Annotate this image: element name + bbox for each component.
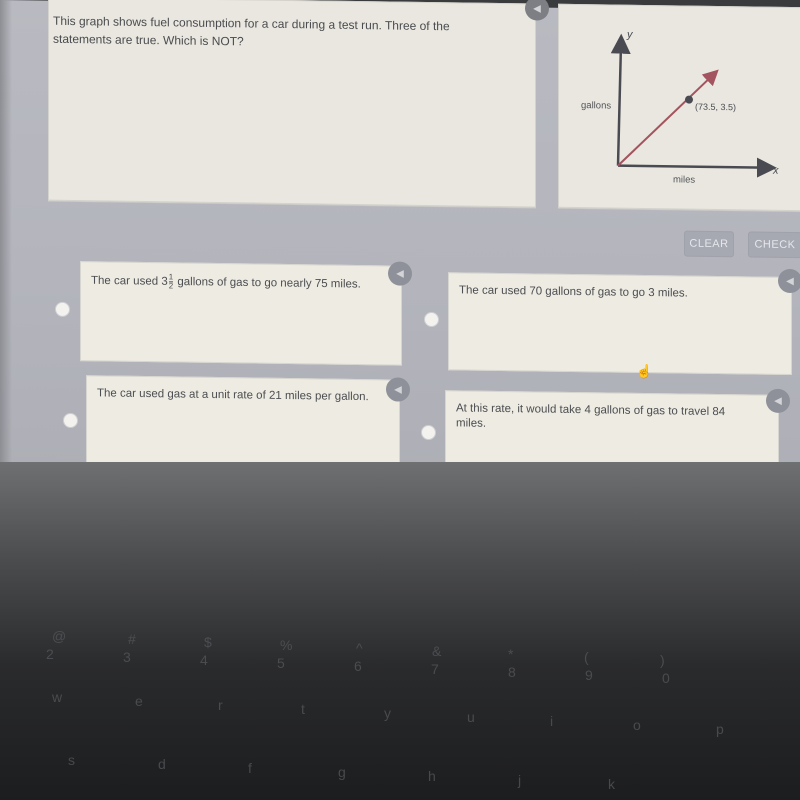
y-axis [610,33,631,166]
keyboard-key-symbol: * [508,646,514,662]
keyboard-key-number: 3 [123,649,131,665]
answer-1-whole: The car used 3 [91,274,168,288]
keyboard-key-letter: e [135,693,143,709]
speaker-icon: ◀ [396,268,404,280]
answer-radio-1[interactable] [55,301,70,317]
answer-4-speaker-button[interactable]: ◀ [766,388,790,414]
keyboard-key-symbol: ( [584,649,589,665]
screen: This graph shows fuel consumption for a … [0,0,800,493]
keyboard-key-number: 5 [277,655,285,671]
answer-3-speaker-button[interactable]: ◀ [386,377,410,402]
answer-1-rest: gallons of gas to go nearly 75 miles. [174,275,361,291]
keyboard-key-symbol: ) [660,652,665,668]
keyboard-key-letter: t [301,701,305,717]
keyboard-key-letter: y [384,705,391,721]
keyboard-key-letter: o [633,717,641,733]
fuel-graph: y x gallons miles (73.5, 3.5) [581,29,779,186]
keyboard-key-number: 2 [46,646,54,662]
question-speaker-button[interactable]: ◀ [525,0,549,21]
answer-text-1: The car used 312 gallons of gas to go ne… [91,272,381,293]
answer-option-1[interactable]: The car used 312 gallons of gas to go ne… [80,261,402,366]
answer-text-2: The car used 70 gallons of gas to go 3 m… [459,284,688,300]
hand-pointer-icon: ☝ [636,363,653,380]
keyboard-key-symbol: @ [52,628,67,644]
x-axis [618,157,777,178]
check-button[interactable]: CHECK [748,231,800,259]
question-text: This graph shows fuel consumption for a … [53,13,450,49]
question-card: This graph shows fuel consumption for a … [48,0,549,208]
keyboard-key-number: 9 [585,667,593,683]
keyboard-key-letter: f [248,760,252,776]
keyboard-key-symbol: # [128,631,136,647]
keyboard-key-letter: p [716,721,724,737]
answer-2-speaker-button[interactable]: ◀ [778,268,800,294]
keyboard-key-letter: s [68,752,75,768]
keyboard-key-letter: g [338,764,346,780]
data-point [685,95,693,104]
answer-text-3: The car used gas at a unit rate of 21 mi… [97,387,369,404]
keyboard-key-number: 7 [431,661,439,677]
screen-edge-shadow [0,0,12,471]
keyboard-key-letter: d [158,756,166,772]
answer-option-2[interactable]: The car used 70 gallons of gas to go 3 m… [448,272,792,376]
keyboard-key-symbol: ^ [356,640,363,656]
graph-card: y x gallons miles (73.5, 3.5) [558,3,800,212]
keyboard-key-letter: u [467,709,475,725]
x-axis-letter: x [772,165,779,177]
speaker-icon: ◀ [533,2,541,15]
fuel-consumption-line [617,69,719,167]
y-axis-letter: y [626,29,634,41]
keyboard-key-symbol: & [432,643,442,659]
clear-button[interactable]: CLEAR [684,230,734,258]
keyboard-key-number: 6 [354,658,362,674]
keyboard-key-letter: i [550,713,554,729]
answer-1-speaker-button[interactable]: ◀ [388,261,412,286]
keyboard-key-symbol: $ [204,634,212,650]
keyboard-key-letter: j [518,772,522,788]
keyboard-key-symbol: % [280,637,293,653]
keyboard-key-letter: w [52,689,63,705]
speaker-icon: ◀ [774,395,782,407]
speaker-icon: ◀ [394,384,402,396]
keyboard-key-letter: k [608,776,615,792]
keyboard-key-letter: h [428,768,436,784]
keyboard-key-number: 0 [662,670,670,686]
x-axis-label: miles [673,174,695,185]
keyboard-key-number: 8 [508,664,516,680]
laptop-keyboard: @ # $% ^ & * () 2 3 4 5 6 7 8 9 0 w e r t y u i o p s d f g h j k [0,462,800,800]
keyboard-key-letter: r [218,697,223,713]
keyboard-key-number: 4 [200,652,208,668]
answer-radio-3[interactable] [63,412,78,429]
speaker-icon: ◀ [786,275,794,287]
fraction-one-half: 12 [168,272,174,291]
answer-radio-2[interactable] [424,311,439,328]
answer-text-4: At this rate, it would take 4 gallons of… [456,402,726,430]
answer-radio-4[interactable] [421,424,436,441]
y-axis-label: gallons [581,100,611,111]
fraction-denominator: 2 [168,281,174,291]
point-label: (73.5, 3.5) [695,102,736,113]
